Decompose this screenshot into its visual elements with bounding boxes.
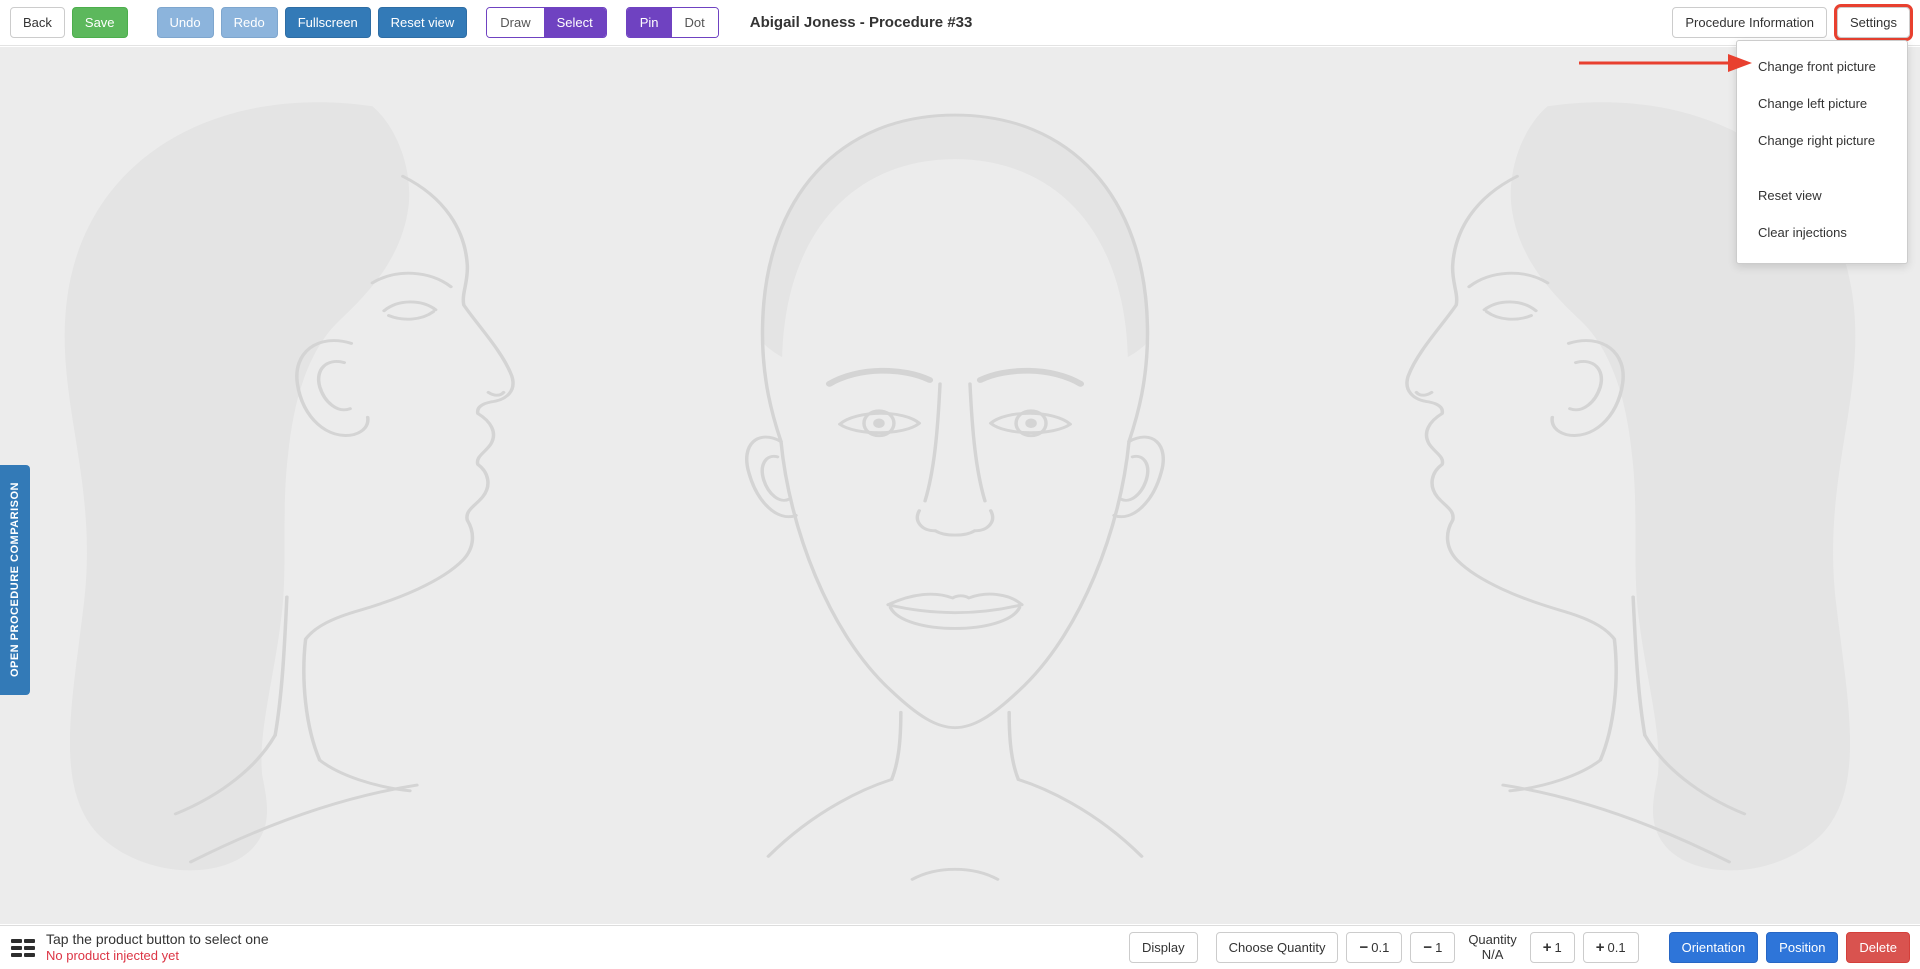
select-mode-button[interactable]: Select: [544, 8, 606, 37]
settings-menu: Change front picture Change left picture…: [1736, 40, 1908, 264]
increase-quantity-1-button[interactable]: +1: [1530, 932, 1575, 963]
menu-item-reset-view[interactable]: Reset view: [1737, 177, 1907, 214]
face-illustration-left-profile[interactable]: [20, 63, 565, 908]
choose-quantity-button[interactable]: Choose Quantity: [1216, 932, 1339, 963]
pin-dot-toggle: Pin Dot: [626, 7, 719, 38]
no-product-warning-text: No product injected yet: [46, 948, 269, 964]
display-button[interactable]: Display: [1129, 932, 1198, 963]
quantity-readout: Quantity N/A: [1463, 933, 1521, 963]
redo-button[interactable]: Redo: [221, 7, 278, 38]
draw-select-toggle: Draw Select: [486, 7, 606, 38]
dot-mode-button[interactable]: Dot: [672, 8, 718, 37]
menu-item-clear-injections[interactable]: Clear injections: [1737, 214, 1907, 251]
product-status-block: Tap the product button to select one No …: [46, 931, 269, 963]
decrease-quantity-1-button[interactable]: −1: [1410, 932, 1455, 963]
orientation-button[interactable]: Orientation: [1669, 932, 1759, 963]
open-procedure-comparison-tab[interactable]: OPEN PROCEDURE COMPARISON: [0, 465, 30, 695]
step-amount-label: 1: [1555, 940, 1562, 955]
position-button[interactable]: Position: [1766, 932, 1838, 963]
pin-mode-button[interactable]: Pin: [627, 8, 672, 37]
plus-icon: +: [1596, 939, 1605, 956]
menu-item-change-left-picture[interactable]: Change left picture: [1737, 85, 1907, 122]
save-button[interactable]: Save: [72, 7, 128, 38]
step-amount-label: 0.1: [1608, 940, 1626, 955]
face-illustration-front[interactable]: [700, 67, 1210, 912]
product-hint-text: Tap the product button to select one: [46, 931, 269, 948]
menu-divider: [1737, 159, 1907, 177]
increase-quantity-0.1-button[interactable]: +0.1: [1583, 932, 1639, 963]
app-window: Back Save Undo Redo Fullscreen Reset vie…: [0, 0, 1920, 969]
procedure-information-button[interactable]: Procedure Information: [1672, 7, 1827, 38]
draw-mode-button[interactable]: Draw: [487, 8, 543, 37]
decrease-quantity-0.1-button[interactable]: −0.1: [1346, 932, 1402, 963]
injection-canvas[interactable]: OPEN PROCEDURE COMPARISON: [0, 47, 1920, 924]
minus-icon: −: [1359, 939, 1368, 956]
fullscreen-button[interactable]: Fullscreen: [285, 7, 371, 38]
back-button[interactable]: Back: [10, 7, 65, 38]
bottom-right-controls: Display Choose Quantity −0.1 −1 Quantity…: [1129, 932, 1910, 963]
undo-button[interactable]: Undo: [157, 7, 214, 38]
toolbar-right-group: Procedure Information Settings: [1672, 7, 1910, 38]
plus-icon: +: [1543, 939, 1552, 956]
menu-item-change-front-picture[interactable]: Change front picture: [1737, 48, 1907, 85]
minus-icon: −: [1423, 939, 1432, 956]
delete-button[interactable]: Delete: [1846, 932, 1910, 963]
product-list-icon[interactable]: [10, 938, 36, 958]
reset-view-button[interactable]: Reset view: [378, 7, 468, 38]
step-amount-label: 1: [1435, 940, 1442, 955]
quantity-label: Quantity: [1468, 933, 1516, 948]
step-amount-label: 0.1: [1371, 940, 1389, 955]
page-title: Abigail Joness - Procedure #33: [750, 14, 973, 31]
open-procedure-comparison-label: OPEN PROCEDURE COMPARISON: [9, 482, 21, 677]
bottom-toolbar: Tap the product button to select one No …: [0, 925, 1920, 969]
settings-button[interactable]: Settings: [1837, 7, 1910, 38]
menu-item-change-right-picture[interactable]: Change right picture: [1737, 122, 1907, 159]
quantity-value: N/A: [1468, 948, 1516, 963]
top-toolbar: Back Save Undo Redo Fullscreen Reset vie…: [0, 0, 1920, 46]
